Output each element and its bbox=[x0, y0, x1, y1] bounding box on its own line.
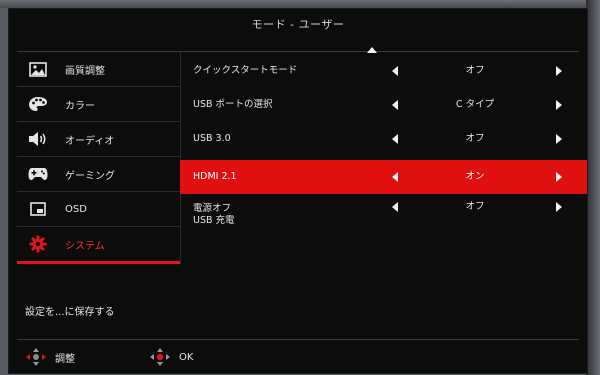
speaker-icon bbox=[27, 130, 49, 148]
sidebar-item-gaming[interactable]: ゲーミング bbox=[17, 157, 180, 192]
setting-row-usb-port[interactable]: USB ポートの選択 C タイプ bbox=[180, 88, 587, 122]
setting-value: オフ bbox=[465, 65, 485, 76]
dpad-ok-icon bbox=[150, 348, 170, 366]
setting-label: USB ポートの選択 bbox=[193, 99, 273, 110]
setting-row-usb-charge[interactable]: 電源オフ USB 充電 オフ bbox=[180, 198, 587, 232]
dpad-adjust-icon bbox=[26, 348, 46, 366]
left-arrow-icon[interactable] bbox=[392, 172, 398, 182]
setting-label-line1: 電源オフ bbox=[193, 203, 232, 214]
left-arrow-icon[interactable] bbox=[392, 202, 398, 212]
right-arrow-icon[interactable] bbox=[556, 66, 562, 76]
setting-value: オン bbox=[465, 171, 485, 182]
adjust-label: 調整 bbox=[55, 353, 75, 365]
setting-label: 電源オフ USB 充電 bbox=[193, 203, 235, 227]
sidebar-item-system[interactable]: システム bbox=[17, 227, 180, 264]
monitor-bezel-top bbox=[0, 0, 600, 8]
right-arrow-icon[interactable] bbox=[556, 202, 562, 212]
setting-value: オフ bbox=[465, 201, 485, 212]
sidebar-item-color[interactable]: カラー bbox=[17, 87, 180, 122]
menu-title: モード - ユーザー bbox=[251, 18, 345, 31]
setting-row-usb3[interactable]: USB 3.0 オフ bbox=[180, 122, 587, 156]
adjust-hint: 調整 bbox=[25, 347, 75, 367]
sidebar-item-label: システム bbox=[65, 240, 105, 252]
left-arrow-icon[interactable] bbox=[392, 134, 398, 144]
setting-label-line2: USB 充電 bbox=[193, 215, 235, 226]
right-arrow-icon[interactable] bbox=[556, 172, 562, 182]
save-settings-link[interactable]: 設定を...に保存する bbox=[25, 303, 115, 318]
setting-row-hdmi21[interactable]: HDMI 2.1 オン bbox=[180, 160, 587, 194]
palette-icon bbox=[27, 95, 49, 113]
sidebar-item-label: ゲーミング bbox=[65, 170, 115, 182]
sidebar-item-label: OSD bbox=[65, 203, 87, 215]
sidebar-item-osd[interactable]: OSD bbox=[17, 192, 180, 227]
setting-row-quick-start[interactable]: クイックスタートモード オフ bbox=[180, 54, 587, 88]
right-arrow-icon[interactable] bbox=[556, 134, 562, 144]
footer: 調整 OK bbox=[9, 341, 587, 371]
sidebar-item-picture[interactable]: 画質調整 bbox=[17, 52, 180, 87]
ok-hint: OK bbox=[149, 347, 193, 367]
left-arrow-icon[interactable] bbox=[392, 66, 398, 76]
right-arrow-icon[interactable] bbox=[556, 100, 562, 110]
sidebar-item-audio[interactable]: オーディオ bbox=[17, 122, 180, 157]
setting-value: C タイプ bbox=[455, 99, 495, 110]
setting-label: クイックスタートモード bbox=[193, 65, 298, 76]
setting-value: オフ bbox=[465, 133, 485, 144]
ok-label: OK bbox=[179, 351, 194, 363]
gear-icon bbox=[27, 235, 49, 253]
sidebar-item-label: オーディオ bbox=[65, 135, 115, 147]
picture-icon bbox=[27, 60, 49, 78]
osd-icon bbox=[27, 200, 49, 218]
osd-menu: モード - ユーザー 画質調整 カラー オーディオ ゲーミング OSD システム… bbox=[8, 8, 588, 374]
sidebar-item-label: 画質調整 bbox=[65, 65, 105, 77]
setting-label: HDMI 2.1 bbox=[193, 171, 237, 182]
divider bbox=[17, 339, 579, 340]
monitor-bezel-right bbox=[586, 0, 600, 375]
left-arrow-icon[interactable] bbox=[392, 100, 398, 110]
setting-label: USB 3.0 bbox=[193, 133, 231, 144]
scroll-up-arrow-icon[interactable] bbox=[367, 47, 377, 53]
sidebar-item-label: カラー bbox=[65, 100, 95, 112]
gamepad-icon bbox=[27, 165, 49, 183]
sidebar: 画質調整 カラー オーディオ ゲーミング OSD システム bbox=[17, 52, 180, 264]
